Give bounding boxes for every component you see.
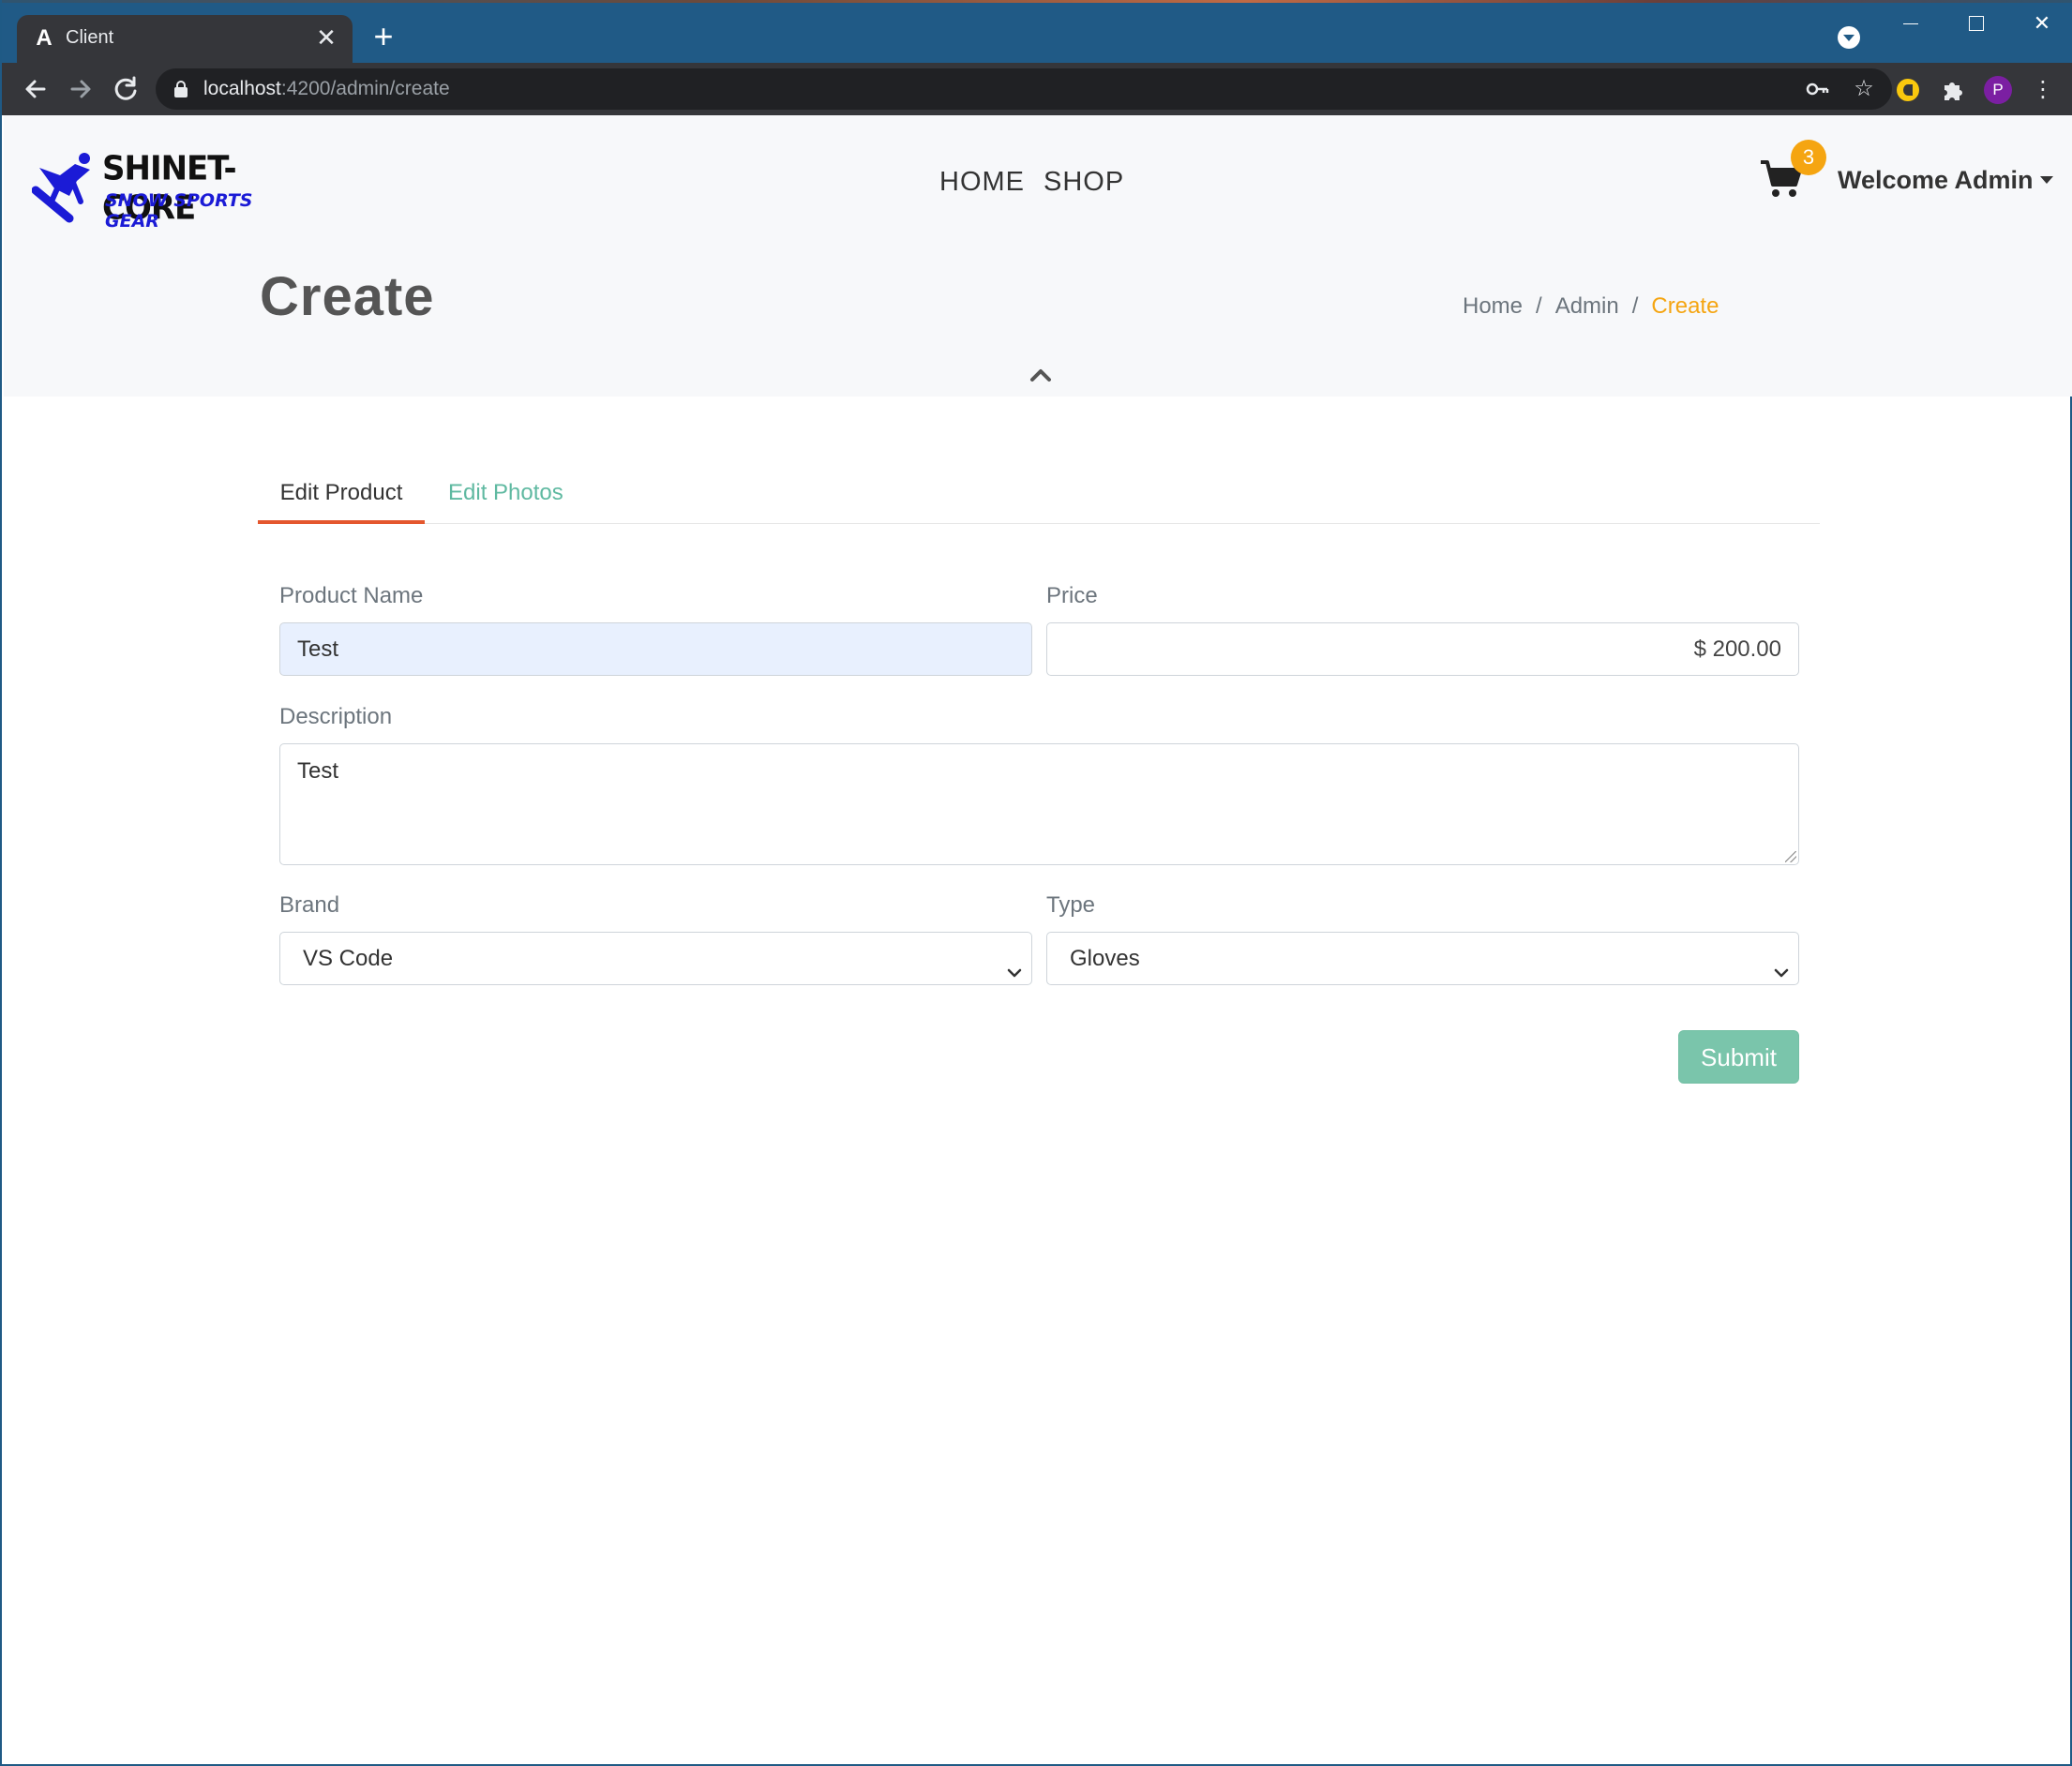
new-tab-icon[interactable]: + [368, 20, 399, 53]
product-name-label: Product Name [279, 583, 424, 608]
maximize-icon[interactable] [1958, 9, 1995, 37]
site-logo[interactable]: SHINET-CORE SNOW SPORTS GEAR [32, 149, 278, 232]
back-arrow-icon[interactable] [19, 72, 53, 106]
kebab-menu-icon[interactable]: ⋮ [2029, 76, 2057, 104]
tab-close-icon[interactable]: ✕ [313, 24, 339, 51]
description-label: Description [279, 704, 393, 729]
description-text: Test [297, 758, 339, 784]
nav-home[interactable]: HOME [939, 167, 1025, 197]
profile-avatar[interactable]: P [1984, 76, 2012, 104]
lock-icon[interactable] [174, 81, 188, 97]
extension-c-icon[interactable] [1894, 76, 1922, 104]
tab-title: Client [66, 27, 114, 48]
logo-subtitle: SNOW SPORTS GEAR [105, 190, 253, 232]
type-label: Type [1046, 892, 1096, 918]
star-icon[interactable]: ☆ [1851, 76, 1877, 102]
chevron-down-icon [1005, 950, 1024, 978]
browser-tab[interactable]: A Client ✕ [17, 15, 353, 63]
reload-icon[interactable] [109, 72, 143, 106]
description-textarea[interactable]: Test [279, 743, 1799, 865]
title-bar: A Client ✕ + ✕ [2, 0, 2072, 63]
breadcrumb-separator: / [1631, 293, 1639, 319]
type-select[interactable]: Gloves [1046, 932, 1799, 985]
minimize-icon[interactable] [1892, 9, 1929, 37]
breadcrumb: Home / Admin / Create [1463, 293, 1719, 320]
chevron-up-icon[interactable] [1029, 367, 1052, 383]
cart-count-badge: 3 [1791, 140, 1826, 175]
price-input[interactable]: $ 200.00 [1046, 622, 1799, 676]
tab-edit-product[interactable]: Edit Product [258, 473, 425, 524]
resize-grip-icon[interactable] [1785, 851, 1796, 862]
brand-selected-value: VS Code [303, 946, 394, 971]
page-title: Create [260, 266, 435, 327]
brand-label: Brand [279, 892, 340, 918]
url-path: :4200/admin/create [280, 78, 450, 99]
brand-select[interactable]: VS Code [279, 932, 1032, 985]
url-host: localhost [203, 78, 281, 99]
submit-button[interactable]: Submit [1678, 1030, 1799, 1084]
product-tabs: Edit Product Edit Photos [258, 473, 1820, 524]
tab-edit-photos[interactable]: Edit Photos [448, 473, 570, 524]
main-nav: HOME SHOP [939, 167, 1143, 198]
breadcrumb-separator: / [1536, 293, 1542, 319]
product-name-input[interactable]: Test [279, 622, 1032, 676]
price-label: Price [1046, 583, 1098, 608]
type-selected-value: Gloves [1070, 946, 1140, 971]
address-bar[interactable]: localhost:4200/admin/create ☆ [156, 68, 1892, 110]
snowboarder-logo-icon [32, 153, 90, 223]
url-text[interactable]: localhost:4200/admin/create [203, 78, 450, 100]
nav-shop[interactable]: SHOP [1044, 167, 1124, 197]
breadcrumb-home[interactable]: Home [1463, 293, 1523, 319]
browser-toolbar: localhost:4200/admin/create ☆ P ⋮ [2, 63, 2072, 115]
puzzle-icon[interactable] [1939, 76, 1967, 104]
window-close-icon[interactable]: ✕ [2023, 9, 2061, 37]
chevron-down-icon [1772, 950, 1791, 978]
forward-arrow-icon[interactable] [64, 72, 98, 106]
tab-search-icon[interactable] [1838, 26, 1860, 49]
title-bar-glow [2, 0, 2072, 3]
site-header: SHINET-CORE SNOW SPORTS GEAR HOME SHOP 3 … [4, 115, 2072, 397]
user-menu-toggle[interactable]: Welcome Admin [1838, 166, 2034, 195]
caret-down-icon[interactable] [2040, 176, 2053, 184]
breadcrumb-admin[interactable]: Admin [1555, 293, 1619, 319]
angular-favicon-icon: A [36, 25, 53, 51]
browser-window: A Client ✕ + ✕ localhost:4200/admin/crea… [0, 0, 2072, 1766]
key-icon[interactable] [1804, 76, 1830, 102]
breadcrumb-current: Create [1651, 293, 1719, 319]
